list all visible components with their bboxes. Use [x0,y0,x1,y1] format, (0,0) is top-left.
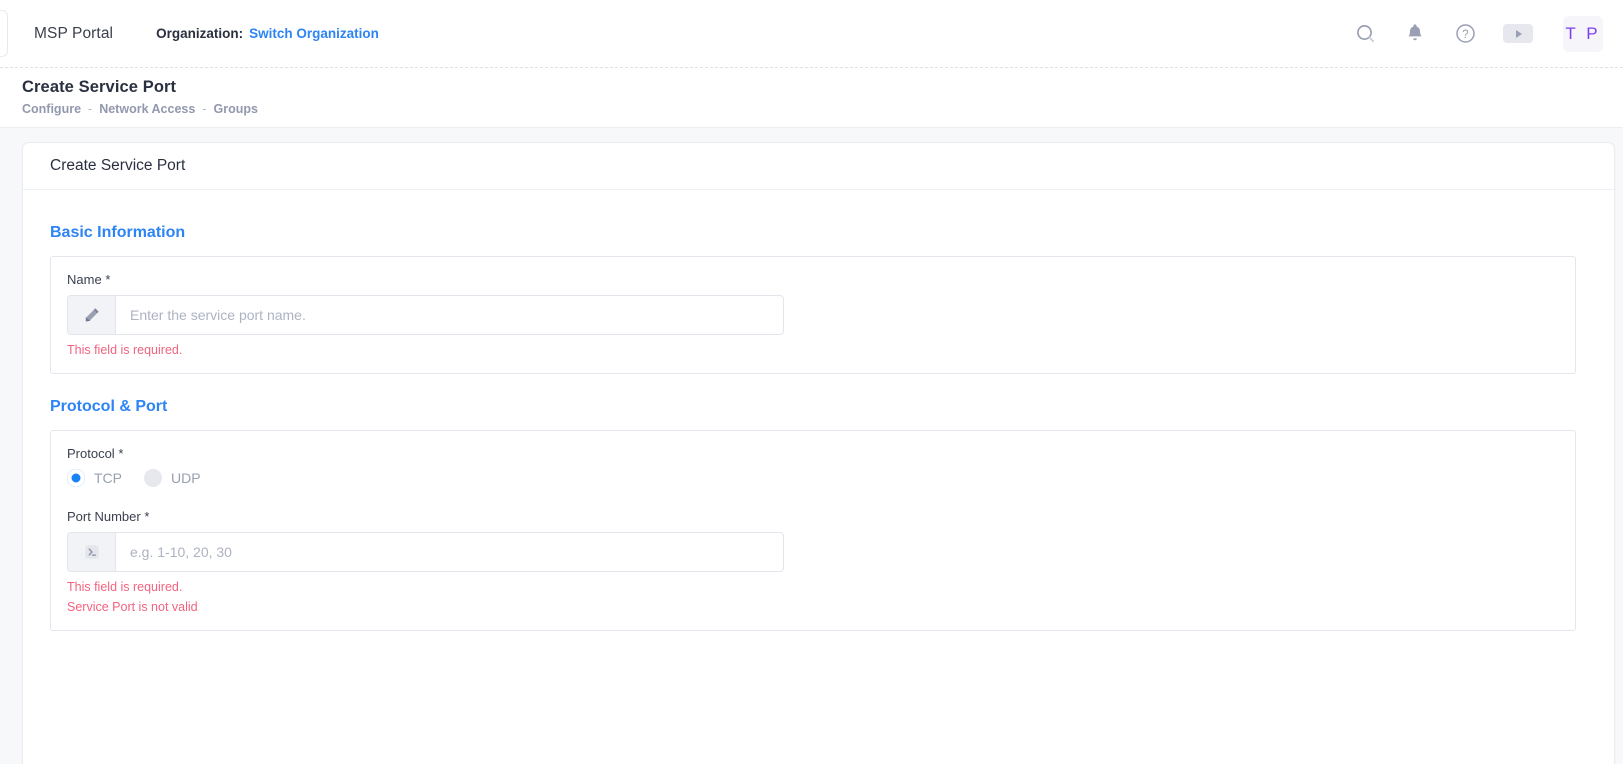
create-service-port-card: Create Service Port Basic Information Na… [22,142,1615,764]
name-field-label: Name * [67,272,1559,287]
radio-tcp-indicator[interactable] [67,469,85,487]
app-brand: MSP Portal [34,24,114,42]
protocol-field-label: Protocol * [67,446,1559,461]
play-triangle-icon [1516,29,1522,38]
section-title-basic-information: Basic Information [50,224,186,241]
port-number-error-invalid: Service Port is not valid [67,600,198,614]
protocol-port-panel: Protocol * TCP UDP Port Number * e.g. 1-… [50,430,1576,631]
name-input-row[interactable] [67,295,784,335]
name-label-text: Name [67,272,102,287]
card-body: Basic Information Name * Enter the servi… [23,190,1614,764]
breadcrumb-item-groups[interactable]: Groups [214,102,258,116]
name-input[interactable] [116,296,783,334]
switch-organization-link[interactable]: Switch Organization [249,26,379,41]
port-number-field-label: Port Number * [67,509,1559,524]
protocol-required-mark: * [118,446,124,461]
radio-option-udp[interactable]: UDP [144,469,201,487]
avatar[interactable]: T P [1563,15,1603,52]
port-number-required-mark: * [144,509,150,524]
page-title: Create Service Port [22,78,177,96]
protocol-label-text: Protocol [67,446,115,461]
port-number-error-required: This field is required. [67,580,183,594]
help-icon[interactable]: ? [1453,22,1477,46]
top-bar: MSP Portal Organization: Switch Organiza… [0,0,1623,67]
name-error-message: This field is required. [67,343,183,357]
breadcrumb-item-configure[interactable]: Configure [22,102,81,116]
content-area: Create Service Port Basic Information Na… [0,128,1623,764]
radio-udp-label: UDP [171,470,201,486]
terminal-icon [68,533,116,571]
svg-text:?: ? [1462,29,1468,41]
radio-udp-indicator[interactable] [144,469,162,487]
section-title-protocol-port: Protocol & Port [50,398,168,415]
organization-label: Organization: [156,25,244,41]
page-header: Create Service Port Configure - Network … [0,67,1623,128]
breadcrumb-separator: - [202,102,207,116]
radio-option-tcp[interactable]: TCP [67,469,122,487]
breadcrumb-separator: - [88,102,93,116]
port-number-input[interactable] [116,533,783,571]
port-number-label-text: Port Number [67,509,141,524]
port-number-input-row[interactable] [67,532,784,572]
breadcrumb: Configure - Network Access - Groups [22,102,1623,116]
name-required-mark: * [105,272,111,287]
video-icon[interactable] [1503,24,1533,43]
search-icon[interactable] [1353,22,1377,46]
bell-icon[interactable] [1403,22,1427,46]
card-title: Create Service Port [23,143,1614,190]
radio-tcp-label: TCP [94,470,122,486]
topbar-left-group: MSP Portal Organization: Switch Organiza… [0,25,379,43]
topbar-right-group: ? T P [1353,15,1609,52]
basic-information-panel: Name * This field is required. [50,256,1576,374]
pencil-icon [68,296,116,334]
breadcrumb-item-network-access[interactable]: Network Access [99,102,195,116]
sidebar-rail-stub [0,10,8,57]
protocol-radio-group: TCP UDP [67,469,1559,487]
